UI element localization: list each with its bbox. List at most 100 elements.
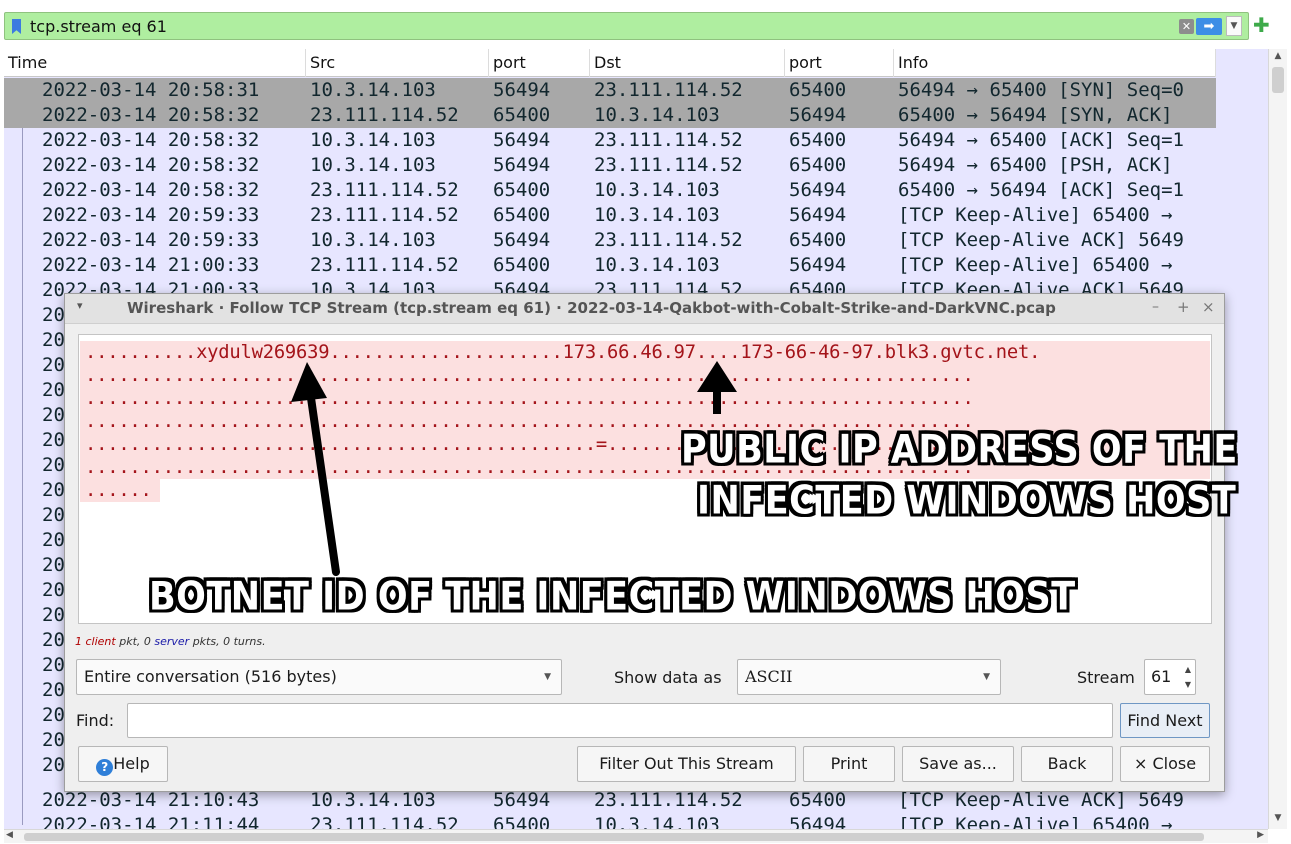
cell-sport: 56494: [493, 79, 551, 101]
display-filter-text[interactable]: tcp.stream eq 61: [30, 17, 167, 36]
conversation-select-value: Entire conversation (516 bytes): [84, 667, 337, 686]
column-header-time[interactable]: Time: [4, 49, 306, 77]
find-label: Find:: [76, 711, 115, 730]
find-next-button[interactable]: Find Next: [1120, 703, 1210, 738]
back-button[interactable]: Back: [1021, 746, 1113, 782]
spin-arrows-icon[interactable]: ▲ ▼: [1183, 662, 1193, 692]
table-row[interactable]: 2022-03-14 21:00:33 23.111.114.52 65400 10.…: [4, 253, 1216, 278]
cell-time-partial: 20: [42, 729, 65, 751]
help-button[interactable]: ? Help: [78, 746, 168, 782]
column-header-src-port[interactable]: port: [489, 49, 590, 77]
cell-dport: 56494: [789, 104, 847, 126]
maximize-icon[interactable]: +: [1177, 298, 1190, 316]
cell-info: 56494 → 65400 [ACK] Seq=1: [898, 129, 1184, 151]
cell-src: 10.3.14.103: [310, 154, 436, 176]
cell-sport: 65400: [493, 204, 551, 226]
close-icon[interactable]: ×: [1202, 298, 1215, 316]
horizontal-scrollbar[interactable]: ◀ ▶: [4, 829, 1268, 843]
table-row[interactable]: 2022-03-14 20:59:33 23.111.114.52 65400 10.…: [4, 203, 1216, 228]
cell-src: 10.3.14.103: [310, 129, 436, 151]
packet-list-header: Time Src port Dst port Info: [4, 49, 1216, 77]
cell-time-partial: 20: [42, 454, 65, 476]
filter-out-stream-button[interactable]: Filter Out This Stream: [577, 746, 796, 782]
column-header-dst-port[interactable]: port: [785, 49, 894, 77]
bookmark-icon[interactable]: [12, 19, 21, 34]
cell-dst: 10.3.14.103: [594, 814, 720, 829]
cell-time: 2022-03-14 21:00:33: [42, 254, 260, 276]
cell-time: 2022-03-14 20:58:32: [42, 179, 260, 201]
annotation-botnet-id: BOTNET ID OF THE INFECTED WINDOWS HOST: [149, 574, 1076, 620]
print-button[interactable]: Print: [803, 746, 895, 782]
table-row[interactable]: 2022-03-14 20:58:32 10.3.14.103 56494 23.11…: [4, 128, 1216, 153]
cell-src: 23.111.114.52: [310, 204, 459, 226]
column-header-src[interactable]: Src: [306, 49, 489, 77]
help-icon: ?: [96, 759, 114, 776]
show-data-as-value: ASCII: [745, 667, 793, 686]
cell-time-partial: 20: [42, 329, 65, 351]
table-row[interactable]: 2022-03-14 21:11:44 23.111.114.52 65400 10.…: [4, 813, 1216, 829]
scroll-down-icon[interactable]: ▼: [1269, 813, 1287, 827]
stream-number-value[interactable]: 61: [1151, 667, 1171, 686]
apply-arrow-icon[interactable]: ➡: [1196, 18, 1222, 35]
add-filter-icon[interactable]: ✚: [1253, 15, 1270, 35]
cell-sport: 65400: [493, 104, 551, 126]
table-row[interactable]: 2022-03-14 20:58:31 10.3.14.103 56494 23.11…: [4, 78, 1216, 103]
cell-sport: 65400: [493, 254, 551, 276]
chevron-down-icon: ▼: [983, 672, 990, 682]
client-count: 1: [75, 635, 82, 648]
cell-src: 23.111.114.52: [310, 254, 459, 276]
vertical-scrollbar[interactable]: ▲ ▼: [1268, 49, 1287, 829]
dropdown-icon[interactable]: ▼: [1226, 16, 1242, 36]
cell-sport: 65400: [493, 814, 551, 829]
table-row[interactable]: 2022-03-14 20:59:33 10.3.14.103 56494 23.11…: [4, 228, 1216, 253]
stream-number-spinbox[interactable]: 61 ▲ ▼: [1144, 659, 1196, 695]
column-header-info[interactable]: Info: [894, 49, 1216, 77]
cell-sport: 65400: [493, 179, 551, 201]
cell-dport: 65400: [789, 154, 847, 176]
cell-dport: 56494: [789, 254, 847, 276]
cell-info: 56494 → 65400 [SYN] Seq=0: [898, 79, 1184, 101]
vertical-scroll-thumb[interactable]: [1272, 67, 1284, 93]
scroll-right-icon[interactable]: ▶: [1257, 830, 1264, 840]
horizontal-scroll-thumb[interactable]: [24, 833, 1204, 841]
column-header-dst[interactable]: Dst: [590, 49, 785, 77]
stream-line: ..........xydulw269639..................…: [85, 342, 1041, 363]
cell-dst: 23.111.114.52: [594, 79, 743, 101]
cell-src: 23.111.114.52: [310, 814, 459, 829]
cell-dport: 65400: [789, 129, 847, 151]
clear-icon[interactable]: ✕: [1179, 19, 1194, 34]
cell-time-partial: 20: [42, 354, 65, 376]
conversation-select[interactable]: Entire conversation (516 bytes) ▼: [76, 659, 562, 695]
find-input[interactable]: [127, 703, 1113, 738]
window-menu-icon[interactable]: ▾: [77, 299, 83, 312]
cell-info: [TCP Keep-Alive] 65400 →: [898, 254, 1173, 276]
cell-info: 65400 → 56494 [ACK] Seq=1: [898, 179, 1184, 201]
close-button-label: Close: [1152, 754, 1197, 773]
cell-time-partial: 20: [42, 404, 65, 426]
table-row[interactable]: 2022-03-14 20:58:32 23.111.114.52 65400 10.…: [4, 103, 1216, 128]
chevron-down-icon: ▼: [544, 672, 551, 682]
cell-time-partial: 20: [42, 754, 65, 776]
follow-tcp-stream-dialog: ▾ Wireshark · Follow TCP Stream (tcp.str…: [64, 293, 1225, 792]
display-filter-input[interactable]: tcp.stream eq 61 ✕ ➡: [4, 12, 1249, 40]
cell-sport: 56494: [493, 129, 551, 151]
cell-time-partial: 20: [42, 679, 65, 701]
stream-line: ........................................…: [85, 388, 974, 409]
minimize-icon[interactable]: –: [1152, 299, 1159, 315]
stream-line: ......: [85, 480, 152, 501]
save-as-button[interactable]: Save as...: [902, 746, 1014, 782]
cell-time-partial: 20: [42, 629, 65, 651]
show-data-as-select[interactable]: ASCII ▼: [737, 659, 1001, 695]
cell-dst: 23.111.114.52: [594, 154, 743, 176]
summary-mid1: pkt,: [115, 635, 144, 648]
table-row[interactable]: 2022-03-14 20:58:32 23.111.114.52 65400 10.…: [4, 178, 1216, 203]
dialog-titlebar[interactable]: ▾ Wireshark · Follow TCP Stream (tcp.str…: [65, 294, 1224, 324]
server-word: server: [154, 635, 190, 648]
scroll-up-icon[interactable]: ▲: [1269, 51, 1287, 65]
table-row[interactable]: 2022-03-14 20:58:32 10.3.14.103 56494 23.11…: [4, 153, 1216, 178]
show-data-label: Show data as: [614, 668, 722, 687]
scroll-left-icon[interactable]: ◀: [6, 830, 13, 840]
cell-time-partial: 20: [42, 529, 65, 551]
cell-time-partial: 20: [42, 429, 65, 451]
close-button[interactable]: × Close: [1120, 746, 1210, 782]
